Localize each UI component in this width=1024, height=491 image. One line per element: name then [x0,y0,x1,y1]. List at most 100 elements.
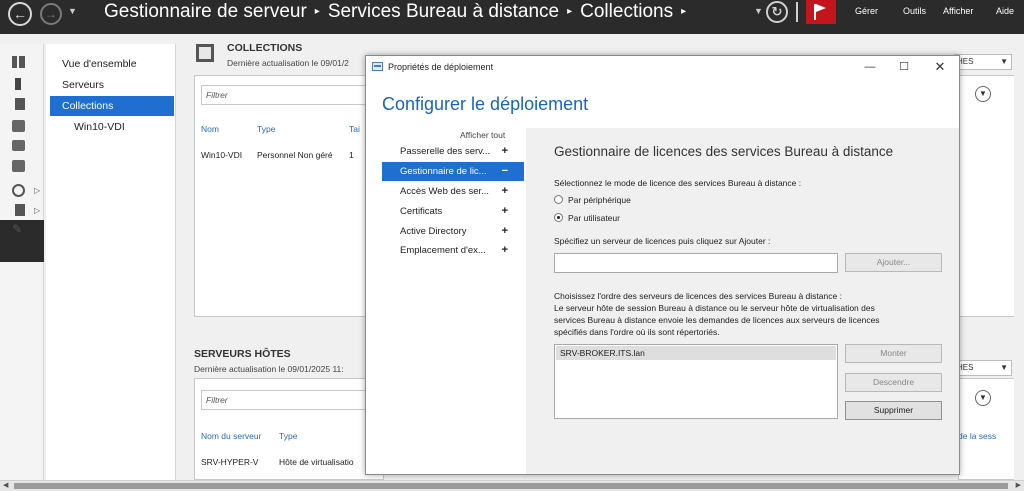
hosts-title: SERVEURS HÔTES [194,348,291,360]
properties-icon [372,62,383,71]
breadcrumb-separator-icon: ▸ [681,6,687,17]
maximize-icon[interactable]: ☐ [892,59,916,75]
dialog-nav-certificates[interactable]: Certificats + [382,202,524,221]
cell-server-name: SRV-HYPER-V [201,457,259,467]
dialog-nav-active-directory[interactable]: Active Directory + [382,222,524,241]
close-icon[interactable]: ✕ [928,59,952,75]
chevron-down-icon: ▼ [1000,363,1008,372]
dialog-nav-web-access[interactable]: Accès Web des ser... + [382,182,524,201]
collections-icon [196,44,214,62]
dialog-title-bar: Propriétés de déploiement — ☐ ✕ [366,56,959,78]
breadcrumb-separator-icon: ▸ [314,6,320,17]
column-header-session[interactable]: de la sess [958,431,996,441]
tasks-dropdown[interactable]: HES ▼ [954,360,1012,376]
remote-desktop-icon[interactable] [12,184,25,197]
order-description-line: services Bureau à distance envoie les de… [554,315,880,325]
storage-icon[interactable] [12,204,25,216]
delete-button[interactable]: Supprimer [845,401,942,420]
menu-help[interactable]: Aide [996,6,1014,16]
column-header-server-name[interactable]: Nom du serveur [201,431,261,441]
divider [796,2,798,22]
license-server-input[interactable] [554,253,838,273]
deployment-properties-dialog: Propriétés de déploiement — ☐ ✕ Configur… [365,55,960,475]
dialog-heading: Configurer le déploiement [382,94,589,114]
all-servers-icon[interactable] [12,98,25,110]
dialog-nav-gateway[interactable]: Passerelle des serv... + [382,142,524,161]
nav-item-win10-vdi[interactable]: Win10-VDI [50,117,174,137]
license-server-list[interactable]: SRV-BROKER.ITS.lan [554,344,838,419]
dialog-nav-licensing[interactable]: Gestionnaire de lic... − [382,162,524,181]
scroll-right-icon[interactable]: ▶ [1016,481,1021,489]
menu-view[interactable]: Afficher [943,6,973,16]
nav-item-overview[interactable]: Vue d'ensemble [50,54,174,74]
history-dropdown-icon[interactable]: ▼ [68,6,77,16]
dialog-nav-label: Active Directory [400,226,467,237]
refresh-icon[interactable]: ↻ [766,1,788,23]
hyper-v-icon[interactable] [12,160,25,172]
add-button[interactable]: Ajouter... [845,253,942,272]
wsus-icon[interactable]: ✎ [12,222,24,236]
tasks-dropdown[interactable]: HES ▼ [954,54,1012,70]
vertical-scrollbar[interactable] [1014,44,1024,480]
collections-panel: Filtrer Nom Type Tai Win10-VDI Personnel… [194,75,384,317]
back-arrow-icon[interactable]: ← [8,2,32,26]
ad-ds-icon[interactable] [12,120,25,132]
icon-rail: ▷ ▷ ✎ [0,44,44,480]
breadcrumb-server-manager[interactable]: Gestionnaire de serveur [104,1,307,22]
scrollbar-thumb[interactable] [14,483,1008,489]
notifications-flag-icon[interactable] [806,0,836,24]
radio-button[interactable] [554,195,563,204]
local-server-icon[interactable] [15,78,21,90]
breadcrumb: Gestionnaire de serveur ▸ Services Bureau … [104,1,694,23]
cell-size: 1 [349,150,354,160]
move-down-button[interactable]: Descendre [845,373,942,392]
collections-filter-input[interactable]: Filtrer [201,85,371,105]
move-up-button[interactable]: Monter [845,344,942,363]
radio-per-user[interactable]: Par utilisateur [554,213,620,223]
hosts-panel: Filtrer Nom du serveur Type SRV-HYPER-V … [194,378,384,480]
expand-circle-icon[interactable]: ▼ [975,390,991,406]
mode-label: Sélectionnez le mode de licence des serv… [554,178,802,188]
menu-tools[interactable]: Outils [903,6,926,16]
collections-title: COLLECTIONS [227,42,303,54]
breadcrumb-collections[interactable]: Collections [580,1,673,22]
order-label: Choisissez l'ordre des serveurs de licen… [554,291,842,301]
list-item[interactable]: SRV-BROKER.ITS.lan [556,346,836,360]
column-header-name[interactable]: Nom [201,124,219,134]
dialog-nav-export-location[interactable]: Emplacement d'ex... + [382,241,524,260]
nav-item-collections[interactable]: Collections [50,96,174,116]
cell-type: Hôte de virtualisatio [279,457,354,467]
file-services-icon[interactable] [12,140,25,151]
hosts-subtitle: Dernière actualisation le 09/01/2025 11: [194,364,344,374]
menu-manage[interactable]: Gérer [855,6,878,16]
breadcrumb-rds[interactable]: Services Bureau à distance [328,1,559,22]
expand-arrow-icon[interactable]: ▷ [34,186,40,195]
dialog-nav-label: Certificats [400,206,443,217]
minimize-icon[interactable]: — [858,59,882,75]
plus-icon: + [501,244,508,256]
licensing-content: Gestionnaire de licences des services Bu… [526,128,959,474]
breadcrumb-dropdown-icon[interactable]: ▼ [754,6,763,16]
radio-button-selected[interactable] [554,213,563,222]
dialog-nav-label: Accès Web des ser... [400,186,490,197]
breadcrumb-separator-icon: ▸ [567,6,573,17]
order-description-line: spécifiés dans l'ordre où ils sont réper… [554,327,720,337]
forward-arrow-icon[interactable]: → [40,3,62,25]
collections-subtitle: Dernière actualisation le 09/01/2 [227,58,349,68]
horizontal-scrollbar[interactable]: ◀ ▶ [0,480,1024,491]
radio-per-device[interactable]: Par périphérique [554,195,631,205]
expand-arrow-icon[interactable]: ▷ [34,206,40,215]
licensing-heading: Gestionnaire de licences des services Bu… [554,144,894,159]
plus-icon: + [501,145,508,157]
hosts-filter-input[interactable]: Filtrer [201,390,371,410]
radio-label: Par utilisateur [568,213,620,223]
dashboard-icon[interactable] [12,56,25,68]
nav-item-servers[interactable]: Serveurs [50,75,174,95]
show-all-link[interactable]: Afficher tout [460,130,505,140]
column-header-type[interactable]: Type [279,431,297,441]
minus-icon: − [501,165,508,177]
column-header-size[interactable]: Tai [349,124,360,134]
expand-circle-icon[interactable]: ▼ [975,86,991,102]
column-header-type[interactable]: Type [257,124,275,134]
scroll-left-icon[interactable]: ◀ [3,481,8,489]
